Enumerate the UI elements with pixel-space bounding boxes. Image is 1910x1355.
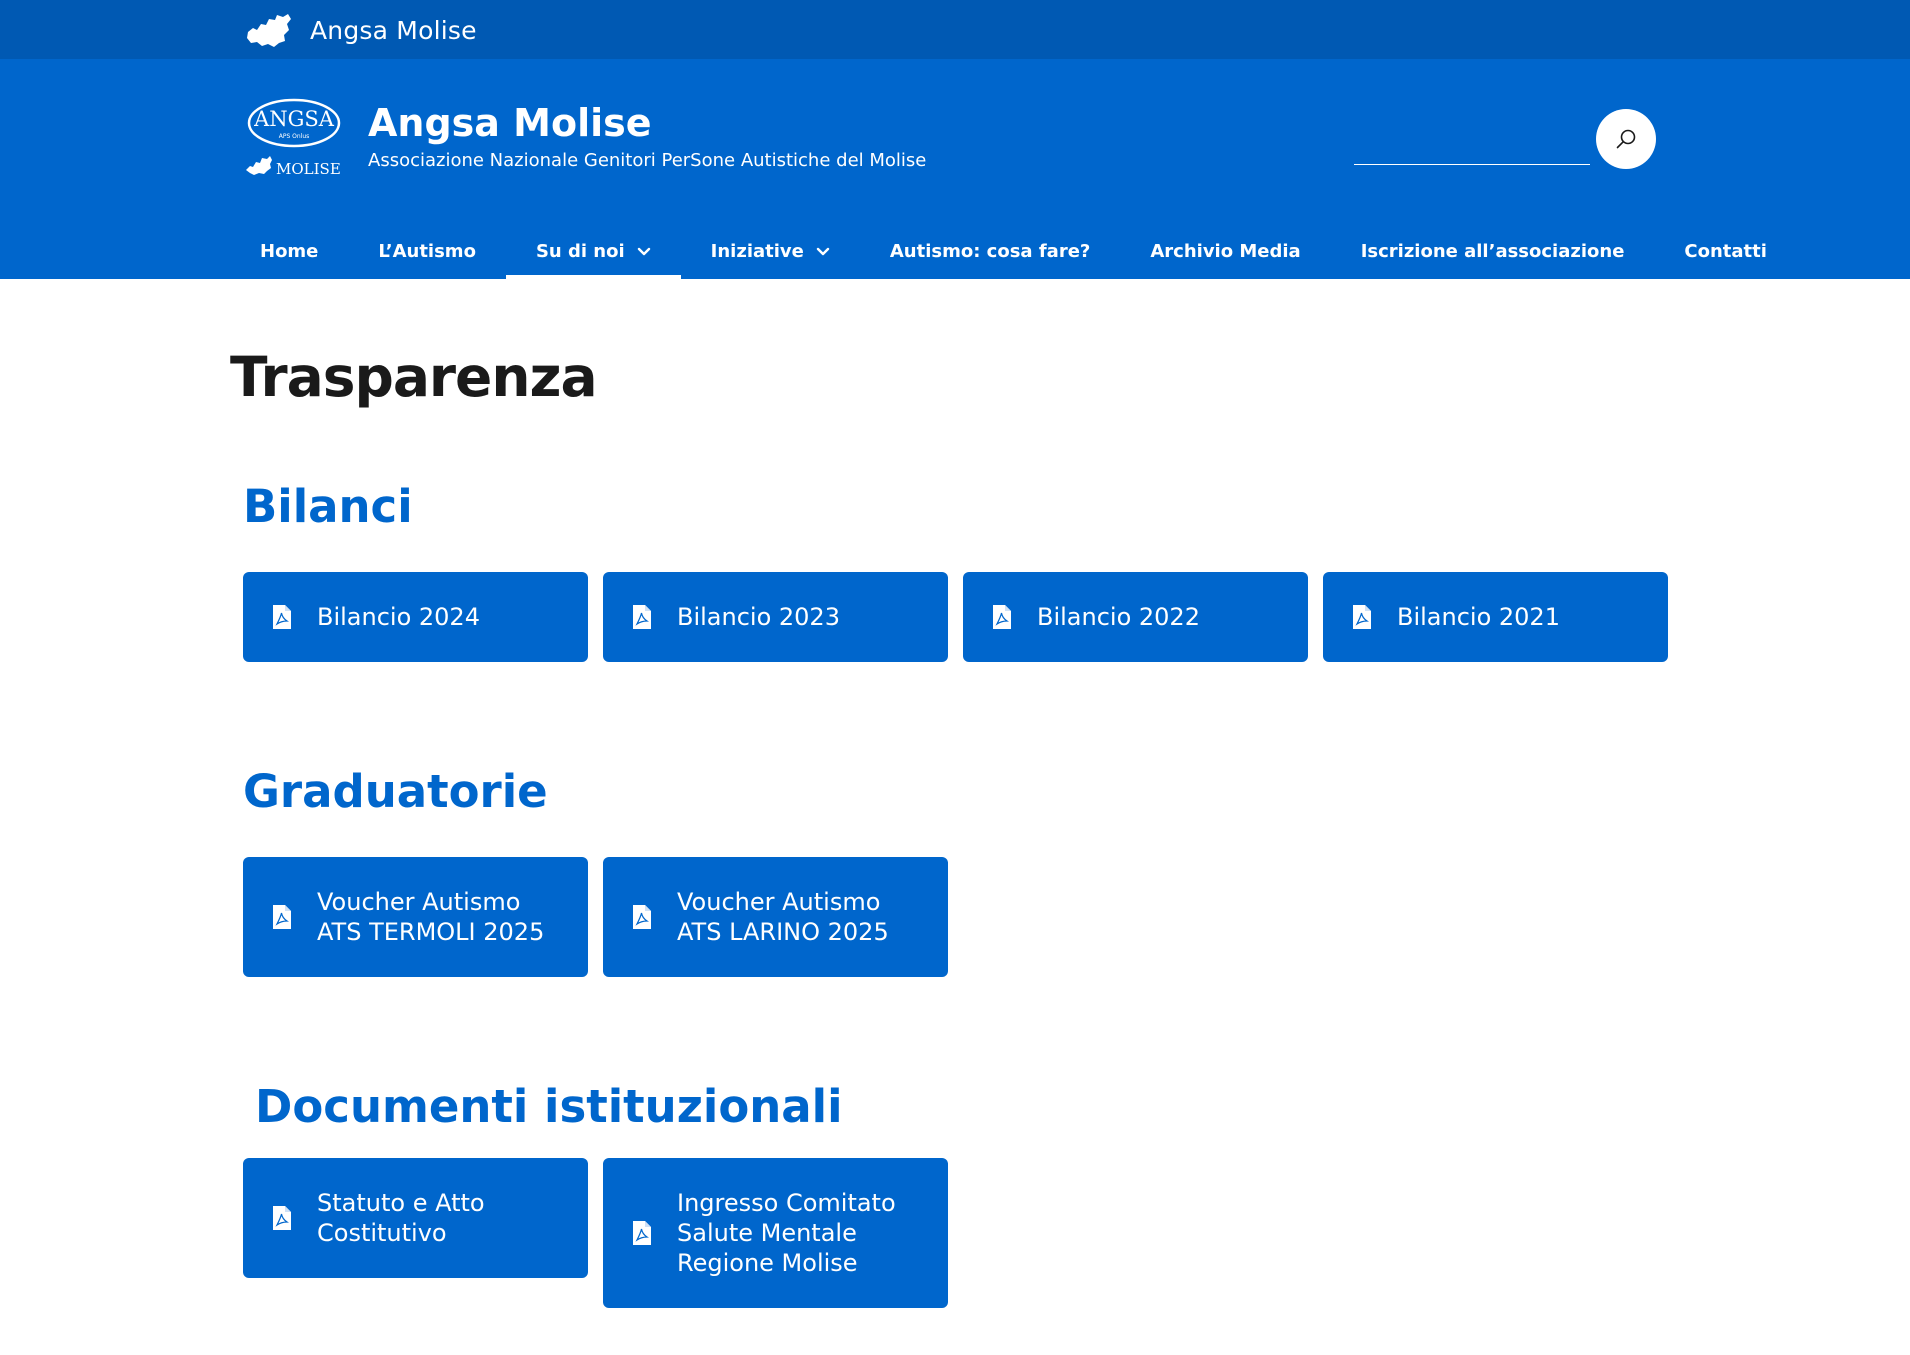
page-title: Trasparenza [230,345,598,409]
logo-region-icon [246,156,272,175]
nav-item-autismo-cosa-fare[interactable]: Autismo: cosa fare? [860,224,1121,279]
nav-item-contatti[interactable]: Contatti [1654,224,1797,279]
pdf-file-icon [631,604,653,630]
nav-item-label: Archivio Media [1150,241,1301,262]
nav-item-iniziative[interactable]: Iniziative [681,224,860,279]
doc-link-label: Voucher Autismo ATS LARINO 2025 [677,888,889,946]
pdf-file-icon [271,904,293,930]
pdf-file-icon [271,1205,293,1231]
doc-link-voucher-larino[interactable]: Voucher Autismo ATS LARINO 2025 [603,857,948,977]
section-title-bilanci: Bilanci [243,480,413,533]
section-title-graduatorie: Graduatorie [243,765,548,818]
nav-item-label: Iscrizione all’associazione [1360,241,1625,262]
doc-link-label: Voucher Autismo ATS TERMOLI 2025 [317,888,545,946]
doc-link-label: Ingresso Comitato Salute Mentale Regione… [677,1189,896,1277]
molise-region-icon [247,14,291,47]
topbar-title: Angsa Molise [310,15,477,45]
nav-item-iscrizione[interactable]: Iscrizione all’associazione [1331,224,1655,279]
site-subtitle: Associazione Nazionale Genitori PerSone … [368,150,927,171]
nav-item-label: Iniziative [710,241,804,262]
pdf-file-icon [271,604,293,630]
pdf-file-icon [1351,604,1373,630]
nav-item-su-di-noi[interactable]: Su di noi [505,224,681,279]
section-title-documenti-istituzionali: Documenti istituzionali [255,1080,843,1133]
nav-item-label: Autismo: cosa fare? [889,241,1091,262]
doc-link-bilancio-2024[interactable]: Bilancio 2024 [243,572,588,662]
top-bar: Angsa Molise [0,0,1910,59]
nav-item-label: Home [260,241,319,262]
chevron-down-icon [637,245,651,259]
angsa-logo[interactable]: ANGSA APS Onlus MOLISE [244,96,344,180]
site-header: ANGSA APS Onlus MOLISE Angsa Molise Asso… [0,59,1910,279]
nav-item-label: Su di noi [535,241,625,262]
doc-link-bilancio-2021[interactable]: Bilancio 2021 [1323,572,1668,662]
doc-link-bilancio-2023[interactable]: Bilancio 2023 [603,572,948,662]
doc-link-comitato-salute-mentale[interactable]: Ingresso Comitato Salute Mentale Regione… [603,1158,948,1308]
nav-item-archivio-media[interactable]: Archivio Media [1120,224,1330,279]
search-input[interactable] [1354,135,1590,165]
pdf-file-icon [991,604,1013,630]
doc-link-label: Bilancio 2022 [1037,603,1200,631]
topbar-brand-link[interactable]: Angsa Molise [244,10,477,50]
logo-text-small: APS Onlus [279,133,310,140]
doc-link-label: Statuto e Atto Costitutivo [317,1189,485,1247]
doc-link-statuto[interactable]: Statuto e Atto Costitutivo [243,1158,588,1278]
search-icon [1616,129,1636,149]
doc-link-voucher-termoli[interactable]: Voucher Autismo ATS TERMOLI 2025 [243,857,588,977]
doc-link-bilancio-2022[interactable]: Bilancio 2022 [963,572,1308,662]
site-title[interactable]: Angsa Molise [368,101,652,145]
nav-item-autismo[interactable]: L’Autismo [348,224,506,279]
logo-text-top: ANGSA [253,107,335,131]
doc-link-label: Bilancio 2021 [1397,603,1560,631]
doc-link-label: Bilancio 2023 [677,603,840,631]
nav-item-label: Contatti [1684,241,1767,262]
logo-text-bottom: MOLISE [276,160,341,178]
main-nav: Home L’Autismo Su di noi Iniziative Auti… [230,224,1797,279]
pdf-file-icon [631,1220,653,1246]
search-button[interactable] [1596,109,1656,169]
pdf-file-icon [631,904,653,930]
chevron-down-icon [816,245,830,259]
doc-link-label: Bilancio 2024 [317,603,480,631]
nav-item-home[interactable]: Home [230,224,348,279]
nav-item-label: L’Autismo [378,241,476,262]
